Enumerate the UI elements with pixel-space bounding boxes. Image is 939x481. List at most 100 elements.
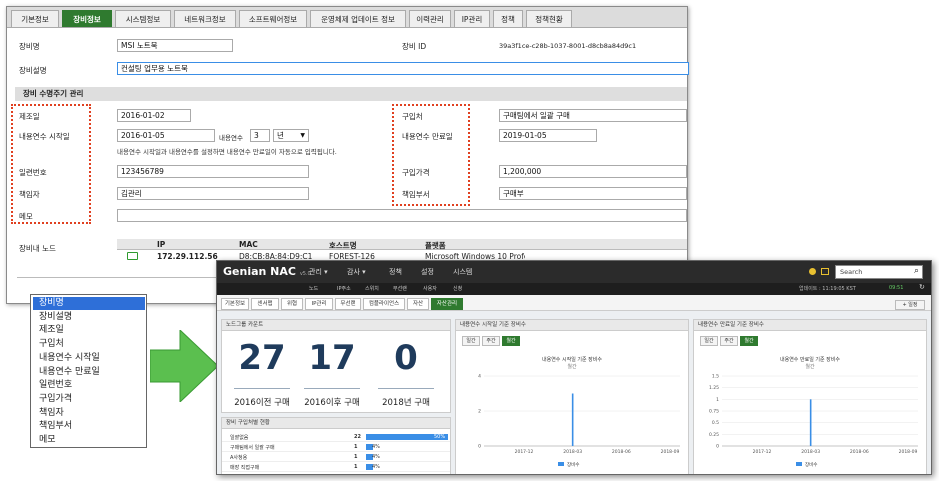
menu-manage[interactable]: 관리 ▾ (309, 267, 328, 277)
section-lifecycle-title: 장비 수명주기 관리 (15, 87, 687, 101)
dept-input[interactable]: 구매부 (499, 187, 687, 200)
add-button[interactable]: + 일정 (895, 300, 925, 310)
dropdown-option[interactable]: 일련번호 (33, 379, 145, 392)
tab-bar: 기본정보 장비정보 시스템정보 네트워크정보 소프트웨어정보 운영체제 업데이트… (7, 7, 687, 28)
ftab-sensormap[interactable]: 센서맵 (251, 298, 279, 310)
ftab-compliance[interactable]: 컴플라이언스 (363, 298, 405, 310)
legend-swatch (796, 462, 802, 466)
serial-input[interactable]: 123456789 (117, 165, 309, 178)
subnav-request[interactable]: 신청 (453, 285, 462, 292)
field-dropdown-list[interactable]: 장비명 장비설명 제조일 구입처 내용연수 시작일 내용연수 만료일 일련번호 구입가격 책임자… (30, 294, 147, 448)
chart-end: 0 0.25 0.5 0.75 1 1.25 1.5 2017-12 2018-03 2018-0… (709, 374, 918, 468)
dropdown-option[interactable]: 제조일 (33, 324, 145, 337)
device-id-value: 39a3f1ce-c28b-1037-8001-d8cb8a84d9c1 (499, 42, 637, 50)
dropdown-option[interactable]: 책임부서 (33, 420, 145, 433)
highlight-left-labels (11, 104, 91, 224)
chart-panel-start-title: 내용연수 시작일 기준 장비수 (456, 320, 688, 331)
tab-policy[interactable]: 정책 (493, 10, 523, 27)
x-tick-label: 2018-03 (801, 449, 820, 455)
dropdown-option[interactable]: 책임자 (33, 407, 145, 420)
life-end-input[interactable]: 2019-01-05 (499, 129, 597, 142)
range-daily-2[interactable]: 일간 (700, 336, 718, 346)
dropdown-option[interactable]: 장비명 (33, 297, 145, 310)
ftab-threat[interactable]: 위협 (281, 298, 303, 310)
menu-settings[interactable]: 설정 (421, 267, 434, 277)
ftab-asset[interactable]: 자산 (407, 298, 429, 310)
life-end-label: 내용연수 만료일 (402, 132, 453, 141)
purchase-from-input[interactable]: 구매팀에서 일괄 구매 (499, 109, 687, 122)
chevron-down-icon: ▼ (300, 132, 305, 139)
row-name: A사청용 (230, 455, 248, 461)
chart-subtitle-1: 월간 (567, 364, 577, 370)
table-row: 매장 직접구매 1 4% (222, 462, 450, 472)
manufacture-date-input[interactable]: 2016-01-02 (117, 109, 191, 122)
tab-basic-info[interactable]: 기본정보 (11, 10, 59, 27)
subnav-ip[interactable]: IP주소 (337, 285, 351, 292)
ftab-wlan[interactable]: 무선랜 (335, 298, 361, 310)
tab-network-info[interactable]: 네트워크정보 (174, 10, 236, 27)
x-tick-label: 2017-12 (753, 449, 772, 455)
device-id-label: 장비 ID (402, 42, 427, 51)
row-count: 1 (354, 454, 358, 460)
dropdown-option[interactable]: 메모 (33, 434, 145, 447)
dropdown-option[interactable]: 내용연수 시작일 (33, 352, 145, 365)
tab-history[interactable]: 이력관리 (409, 10, 451, 27)
device-nodes-label: 장비내 노드 (19, 244, 56, 253)
top-navbar: Genian NAC v5.0 관리 ▾ 감사 ▾ 정책 설정 시스템 Sear… (217, 261, 931, 283)
life-years-input[interactable]: 3 (250, 129, 270, 142)
device-name-input[interactable]: MSI 노트북 (117, 39, 233, 52)
purchase-source-panel: 장비 구입처별 현황 일괄없음 22 50% 구매팀에서 일괄 구매 1 4% A사청용 1 4… (221, 417, 451, 474)
count-label-1: 2016이전 구매 (234, 398, 290, 408)
subnav-user[interactable]: 사용자 (423, 285, 437, 292)
tab-system-info[interactable]: 시스템정보 (115, 10, 171, 27)
life-start-input[interactable]: 2016-01-05 (117, 129, 215, 142)
range-monthly-2[interactable]: 월간 (740, 336, 758, 346)
tab-device-info[interactable]: 장비정보 (62, 10, 112, 27)
count-divider-1 (234, 388, 290, 389)
range-monthly-1[interactable]: 월간 (502, 336, 520, 346)
ftab-asset-manage[interactable]: 자산관리 (431, 298, 463, 310)
user-icon[interactable] (809, 268, 816, 275)
count-value-1: 27 (238, 338, 286, 378)
ftab-basic[interactable]: 기본정보 (221, 298, 249, 310)
device-desc-input[interactable]: 컨설팅 업무용 노트북 (117, 62, 689, 75)
dropdown-option[interactable]: 구입가격 (33, 393, 145, 406)
dropdown-option[interactable]: 내용연수 만료일 (33, 366, 145, 379)
nac-dashboard-window: Genian NAC v5.0 관리 ▾ 감사 ▾ 정책 설정 시스템 Sear… (216, 260, 932, 475)
subnav-node[interactable]: 노드 (309, 285, 318, 292)
row-name: 구매팀에서 일괄 구매 (230, 445, 275, 451)
price-input[interactable]: 1,200,000 (499, 165, 687, 178)
life-years-label: 내용연수 (219, 134, 243, 142)
refresh-icon[interactable]: ↻ (919, 283, 925, 291)
chart-panel-end-title: 내용연수 만료일 기준 장비수 (694, 320, 926, 331)
tab-software-info[interactable]: 소프트웨어정보 (239, 10, 307, 27)
logout-icon[interactable] (821, 268, 829, 275)
subnav-switch[interactable]: 스위치 (365, 285, 379, 292)
chart-title-1: 내용연수 시작일 기준 장비수 (542, 357, 602, 363)
row-name: 매장 직접구매 (230, 465, 260, 471)
memo-input[interactable] (117, 209, 687, 222)
table-row: A사청용 1 4% (222, 452, 450, 462)
menu-system[interactable]: 시스템 (453, 267, 472, 277)
menu-policy[interactable]: 정책 (389, 267, 402, 277)
life-unit-select[interactable]: 년 ▼ (273, 129, 309, 142)
range-weekly-1[interactable]: 주간 (482, 336, 500, 346)
legend-label: 장비수 (805, 461, 817, 468)
range-weekly-2[interactable]: 주간 (720, 336, 738, 346)
tab-ip-manage[interactable]: IP관리 (454, 10, 490, 27)
ftab-ip[interactable]: IP관리 (305, 298, 333, 310)
tab-os-update-info[interactable]: 운영체제 업데이트 정보 (310, 10, 406, 27)
y-tick-label: 1.25 (709, 385, 719, 391)
dropdown-option[interactable]: 구입처 (33, 338, 145, 351)
menu-audit[interactable]: 감사 ▾ (347, 267, 366, 277)
search-icon[interactable]: ⌕ (914, 266, 919, 276)
tab-policy-status[interactable]: 정책현황 (526, 10, 572, 27)
search-input[interactable]: Search ⌕ (835, 265, 923, 279)
owner-input[interactable]: 김관리 (117, 187, 309, 200)
dropdown-option[interactable]: 장비설명 (33, 311, 145, 324)
purchase-from-label: 구입처 (402, 112, 423, 121)
chart-panel-end: 내용연수 만료일 기준 장비수 일간 주간 월간 내용연수 만료일 기준 장비수… (693, 319, 927, 474)
range-daily-1[interactable]: 일간 (462, 336, 480, 346)
y-tick-label: 0 (716, 444, 719, 450)
subnav-wlan[interactable]: 무선랜 (393, 285, 407, 292)
